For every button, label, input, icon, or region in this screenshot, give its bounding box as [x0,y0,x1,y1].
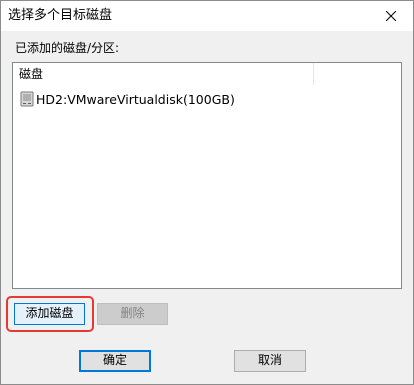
list-item[interactable]: HD2:VMwareVirtualdisk(100GB) [13,89,401,109]
add-disk-button[interactable]: 添加磁盘 [14,303,85,325]
column-header-label: 磁盘 [19,67,44,81]
title-bar: 选择多个目标磁盘 [1,1,413,31]
dialog-title: 选择多个目标磁盘 [8,8,113,23]
disk-list[interactable]: 磁盘 HD2:VMwareVirtualdisk(100GB) [12,62,402,289]
close-button[interactable] [369,1,413,31]
ok-button[interactable]: 确定 [79,350,151,372]
column-divider[interactable] [313,63,314,85]
column-header-disk[interactable]: 磁盘 [13,63,313,85]
select-disks-dialog: 选择多个目标磁盘 已添加的磁盘/分区: 磁盘 HD2:VMwareVirtual… [0,0,414,385]
close-icon [386,11,396,21]
delete-button[interactable]: 删除 [97,303,168,325]
list-header: 磁盘 [13,63,401,85]
disk-icon [20,91,34,107]
added-disks-label: 已添加的磁盘/分区: [15,41,120,55]
cancel-button[interactable]: 取消 [234,350,306,372]
list-item-label: HD2:VMwareVirtualdisk(100GB) [36,92,235,107]
